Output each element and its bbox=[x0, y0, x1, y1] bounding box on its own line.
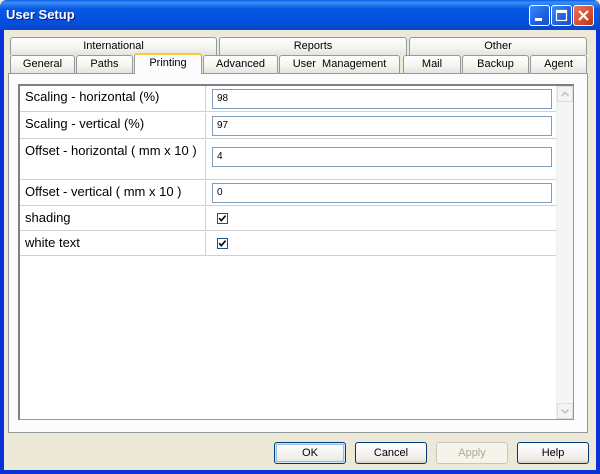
row-white-text: white text bbox=[20, 232, 558, 256]
tab-reports[interactable]: Reports bbox=[219, 37, 407, 55]
window-title: User Setup bbox=[6, 7, 75, 22]
row-shading: shading bbox=[20, 207, 558, 231]
scaling-horizontal-input[interactable]: 98 bbox=[212, 89, 552, 109]
user-setup-window: User Setup International Reports Other G… bbox=[0, 0, 600, 474]
scroll-up-button[interactable] bbox=[557, 86, 573, 102]
tab-mail[interactable]: Mail bbox=[403, 55, 461, 73]
chevron-up-icon bbox=[560, 91, 570, 97]
cancel-button[interactable]: Cancel bbox=[355, 442, 427, 464]
tab-user-management[interactable]: User Management bbox=[279, 55, 400, 73]
offset-horizontal-input[interactable]: 4 bbox=[212, 147, 552, 167]
offset-vertical-input[interactable]: 0 bbox=[212, 183, 552, 203]
help-button[interactable]: Help bbox=[517, 442, 589, 464]
title-bar[interactable]: User Setup bbox=[0, 0, 600, 30]
row-scaling-horizontal: Scaling - horizontal (%) 98 bbox=[20, 86, 558, 112]
maximize-icon bbox=[555, 9, 568, 22]
shading-label: shading bbox=[20, 207, 206, 230]
scaling-vertical-label: Scaling - vertical (%) bbox=[20, 113, 206, 138]
close-icon bbox=[578, 10, 589, 21]
scroll-down-button[interactable] bbox=[557, 403, 573, 419]
tab-agent[interactable]: Agent bbox=[530, 55, 587, 73]
printing-settings-grid: Scaling - horizontal (%) 98 Scaling - ve… bbox=[18, 84, 574, 420]
tab-general[interactable]: General bbox=[10, 55, 75, 73]
apply-button[interactable]: Apply bbox=[436, 442, 508, 464]
offset-vertical-label: Offset - vertical ( mm x 10 ) bbox=[20, 181, 206, 205]
minimize-icon bbox=[535, 18, 542, 21]
maximize-button[interactable] bbox=[551, 5, 572, 26]
white-text-label: white text bbox=[20, 232, 206, 255]
row-scaling-vertical: Scaling - vertical (%) 97 bbox=[20, 113, 558, 139]
row-offset-vertical: Offset - vertical ( mm x 10 ) 0 bbox=[20, 181, 558, 206]
row-offset-horizontal: Offset - horizontal ( mm x 10 ) 4 bbox=[20, 140, 558, 180]
close-button[interactable] bbox=[573, 5, 594, 26]
tab-printing[interactable]: Printing bbox=[134, 53, 202, 74]
tab-other[interactable]: Other bbox=[409, 37, 587, 55]
minimize-button[interactable] bbox=[529, 5, 550, 26]
scaling-vertical-input[interactable]: 97 bbox=[212, 116, 552, 136]
vertical-scrollbar[interactable] bbox=[556, 86, 573, 419]
offset-horizontal-label: Offset - horizontal ( mm x 10 ) bbox=[20, 140, 206, 179]
ok-button[interactable]: OK bbox=[274, 442, 346, 464]
tab-advanced[interactable]: Advanced bbox=[203, 55, 278, 73]
tab-backup[interactable]: Backup bbox=[462, 55, 529, 73]
scaling-horizontal-label: Scaling - horizontal (%) bbox=[20, 86, 206, 111]
chevron-down-icon bbox=[560, 408, 570, 415]
white-text-checkbox[interactable] bbox=[217, 238, 228, 249]
tab-paths[interactable]: Paths bbox=[76, 55, 133, 73]
shading-checkbox[interactable] bbox=[217, 213, 228, 224]
